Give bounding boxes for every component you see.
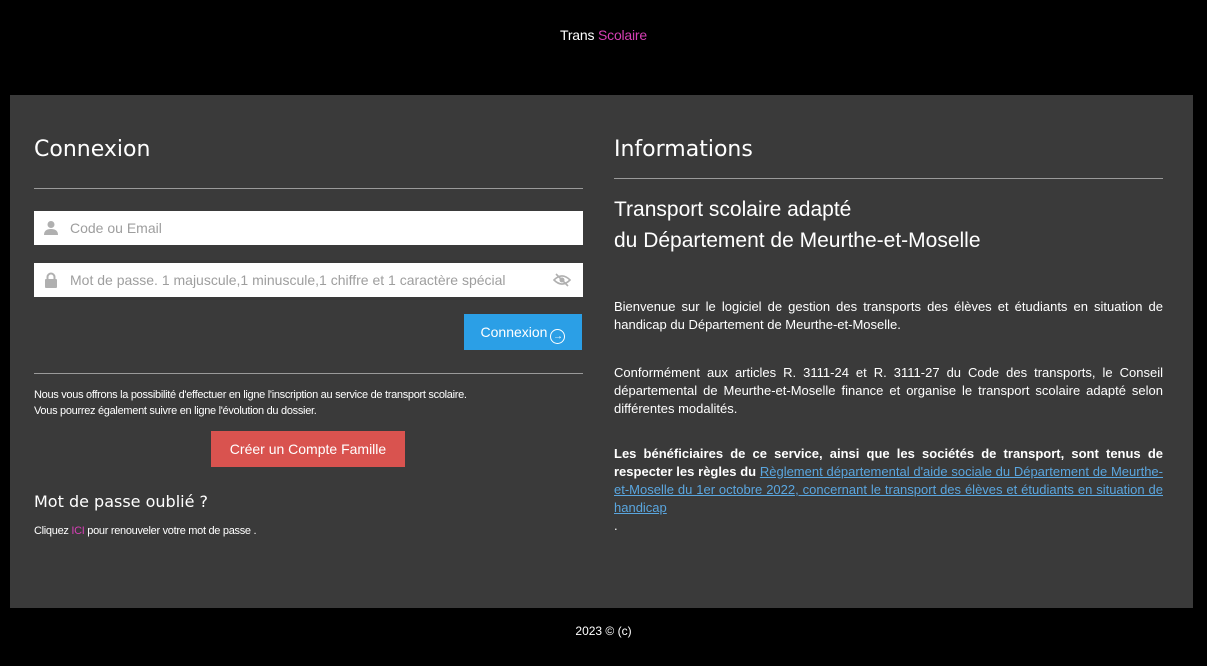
info-paragraph-2: Conformément aux articles R. 3111-24 et …	[614, 365, 1163, 416]
brand-word-scolaire: Scolaire	[598, 27, 647, 43]
password-field[interactable]: Mot de passe. 1 majuscule,1 minuscule,1 …	[34, 263, 583, 297]
register-info-line1: Nous vous offrons la possibilité d'effec…	[34, 389, 467, 401]
app-brand[interactable]: Trans Scolaire	[0, 27, 1207, 43]
password-placeholder: Mot de passe. 1 majuscule,1 minuscule,1 …	[70, 272, 506, 288]
info-heading: Informations	[614, 137, 753, 162]
code-email-field[interactable]: Code ou Email	[34, 211, 583, 245]
arrow-circle-right-icon: →	[550, 329, 566, 344]
create-family-account-button[interactable]: Créer un Compte Famille	[211, 431, 405, 467]
info-title-line2: du Département de Meurthe-et-Moselle	[614, 229, 981, 252]
top-bar: Trans Scolaire	[0, 0, 1207, 95]
forgot-suffix: pour renouveler votre mot de passe .	[87, 525, 257, 537]
forgot-prefix: Cliquez	[34, 525, 69, 537]
forgot-password-text: Cliquez ICI pour renouveler votre mot de…	[34, 523, 257, 539]
brand-word-trans: Trans	[560, 27, 595, 43]
login-button[interactable]: Connexion →	[464, 314, 582, 350]
login-divider	[34, 188, 583, 189]
login-button-label: Connexion	[480, 324, 548, 340]
forgot-password-link[interactable]: ICI	[71, 525, 84, 537]
info-paragraph-1: Bienvenue sur le logiciel de gestion des…	[614, 299, 1163, 332]
copyright-text: 2023 © (c)	[575, 624, 632, 638]
forgot-password-heading: Mot de passe oublié ?	[34, 492, 208, 511]
code-email-placeholder: Code ou Email	[70, 220, 162, 236]
register-divider	[34, 373, 583, 374]
footer: 2023 © (c)	[0, 608, 1207, 666]
info-title: Transport scolaire adapté du Département…	[614, 194, 1174, 256]
info-divider	[614, 178, 1163, 179]
register-info: Nous vous offrons la possibilité d'effec…	[34, 387, 594, 419]
register-info-line2: Vous pourrez également suivre en ligne l…	[34, 405, 317, 417]
user-icon	[44, 221, 58, 235]
lock-icon	[45, 272, 57, 288]
info-title-line1: Transport scolaire adapté	[614, 198, 852, 221]
info-paragraph-end: .	[614, 518, 618, 533]
info-paragraph-3: Les bénéficiaires de ce service, ainsi q…	[614, 445, 1163, 535]
login-heading: Connexion	[34, 137, 151, 162]
main-panel: Connexion Code ou Email Mot de passe. 1 …	[10, 95, 1193, 608]
eye-slash-icon[interactable]	[553, 272, 571, 288]
